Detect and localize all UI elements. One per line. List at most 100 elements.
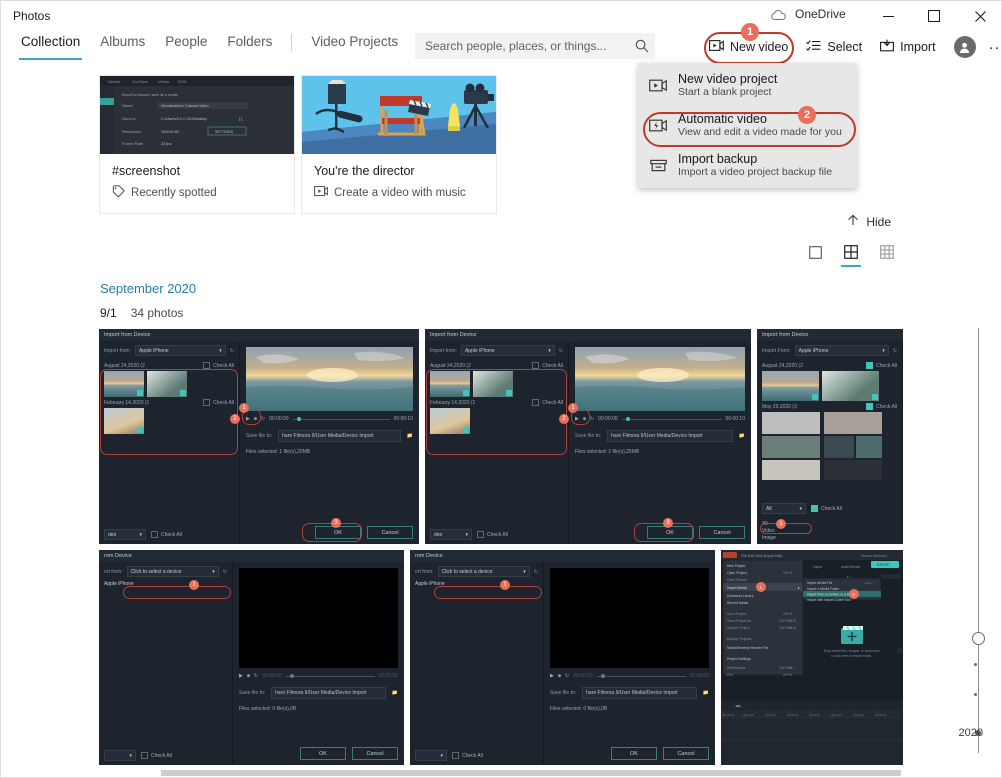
photo-thumbnail-1[interactable]: Import from Device Import from: Apple iP… xyxy=(99,329,419,544)
media-tile[interactable] xyxy=(762,371,819,401)
more-button[interactable]: ··· xyxy=(984,34,1001,60)
photo-thumbnail-3[interactable]: Import from Device Import From: Apple iP… xyxy=(757,329,903,544)
minimize-button[interactable] xyxy=(865,1,911,31)
check-all-1[interactable]: Check All xyxy=(866,362,897,369)
photo-thumbnail-4[interactable]: rom Device ort from: Click to select a d… xyxy=(99,550,404,765)
refresh-icon[interactable]: ↻ xyxy=(559,348,563,354)
refresh-icon[interactable]: ↻ xyxy=(230,348,234,354)
device-combo[interactable]: Apple iPhone ▾ xyxy=(794,345,889,356)
play-button[interactable]: ▶ xyxy=(239,673,243,679)
browse-folder-icon[interactable]: 📁 xyxy=(392,690,398,696)
refresh-icon[interactable]: ↻ xyxy=(223,569,227,575)
ok-button[interactable]: OK xyxy=(611,747,657,760)
maximize-button[interactable] xyxy=(911,1,957,31)
cancel-button[interactable]: Cancel xyxy=(367,526,413,539)
stop-button[interactable]: ■ xyxy=(558,673,561,679)
save-path-input[interactable]: hare Filmora 9/User Media/Device Import xyxy=(271,687,386,699)
tab-video-projects[interactable]: Video Projects xyxy=(301,31,408,57)
footer-check-all[interactable]: Check All xyxy=(811,505,842,512)
horizontal-scrollbar-thumb[interactable] xyxy=(161,770,901,776)
stop-button[interactable]: ■ xyxy=(247,673,250,679)
media-tile[interactable] xyxy=(104,371,144,397)
tab-folders[interactable]: Folders xyxy=(217,31,282,57)
device-combo[interactable]: Click to select a device ▾ xyxy=(126,566,219,577)
media-tile[interactable] xyxy=(104,408,144,434)
menu-item-automatic-video[interactable]: Automatic video View and edit a video ma… xyxy=(638,105,857,145)
refresh-icon[interactable]: ↻ xyxy=(893,348,897,354)
device-combo[interactable]: Click to select a device ▾ xyxy=(437,566,530,577)
filter-combo[interactable]: ▾ xyxy=(415,750,447,761)
check-all-1[interactable]: Check All xyxy=(203,362,234,369)
footer-check-all[interactable]: Check All xyxy=(151,531,182,538)
timeline-scroll-handle[interactable] xyxy=(972,632,985,645)
media-tile[interactable] xyxy=(147,371,187,397)
account-button[interactable] xyxy=(953,36,976,58)
device-combo[interactable]: Apple iPhone ▾ xyxy=(460,345,555,356)
loop-button[interactable]: ↻ xyxy=(261,416,265,422)
select-button[interactable]: Select xyxy=(798,34,870,60)
seek-track[interactable] xyxy=(596,674,686,678)
search-box[interactable] xyxy=(415,33,655,59)
hide-button[interactable]: Hide xyxy=(847,214,891,229)
filter-option-image[interactable]: Image xyxy=(762,535,776,541)
check-all-2[interactable]: Check All xyxy=(532,399,563,406)
media-tile[interactable] xyxy=(430,371,470,397)
cancel-button[interactable]: Cancel xyxy=(699,526,745,539)
year-timeline-scrollbar[interactable]: 2020 xyxy=(955,316,1001,766)
filter-combo[interactable]: ▾ xyxy=(104,750,136,761)
save-path-input[interactable]: hare Filmora 9/User Media/Device Import xyxy=(278,430,401,442)
tab-albums[interactable]: Albums xyxy=(90,31,155,57)
check-all-2[interactable]: Check All xyxy=(866,403,897,410)
new-video-button[interactable]: New video xyxy=(701,34,796,60)
ok-button[interactable]: OK xyxy=(300,747,346,760)
filter-combo[interactable]: deo ▾ xyxy=(430,529,472,540)
save-path-input[interactable]: hare Filmora 9/User Media/Device Import xyxy=(607,430,733,442)
search-input[interactable] xyxy=(415,39,629,53)
stop-button[interactable]: ■ xyxy=(254,416,257,422)
seek-track[interactable] xyxy=(285,674,375,678)
card-youre-the-director[interactable]: You're the director Create a video with … xyxy=(302,76,496,213)
media-tile[interactable] xyxy=(430,408,470,434)
filter-combo[interactable]: All ▾ xyxy=(762,503,806,514)
footer-check-all[interactable]: Check All xyxy=(141,752,172,759)
close-button[interactable] xyxy=(957,1,1001,31)
play-button[interactable]: ▶ xyxy=(575,416,579,422)
loop-button[interactable]: ↻ xyxy=(565,673,569,679)
section-title[interactable]: September 2020 xyxy=(100,281,196,296)
ok-button[interactable]: OK xyxy=(315,526,361,539)
refresh-icon[interactable]: ↻ xyxy=(534,569,538,575)
footer-check-all[interactable]: Check All xyxy=(477,531,508,538)
media-tile[interactable] xyxy=(822,371,879,401)
search-icon[interactable] xyxy=(629,39,655,53)
onedrive-status[interactable]: OneDrive xyxy=(771,7,846,21)
play-button[interactable]: ▶ xyxy=(550,673,554,679)
menu-item-new-video-project[interactable]: New video project Start a blank project xyxy=(638,65,857,105)
check-all-1[interactable]: Check All xyxy=(532,362,563,369)
cancel-button[interactable]: Cancel xyxy=(663,747,709,760)
medium-grid-view-button[interactable] xyxy=(841,242,861,267)
photo-thumbnail-5[interactable]: rom Device ort from: Click to select a d… xyxy=(410,550,715,765)
browse-folder-icon[interactable]: 📁 xyxy=(703,690,709,696)
browse-folder-icon[interactable]: 📁 xyxy=(739,433,745,439)
filter-option-all[interactable]: All xyxy=(762,521,776,527)
ok-button[interactable]: OK xyxy=(647,526,693,539)
save-path-input[interactable]: hare Filmora 9/User Media/Device Import xyxy=(582,687,697,699)
tab-collection[interactable]: Collection xyxy=(11,31,90,60)
photo-thumbnail-2[interactable]: Import from Device Import from: Apple iP… xyxy=(425,329,751,544)
device-option[interactable]: Apple iPhone xyxy=(410,581,543,587)
seek-track[interactable] xyxy=(292,417,390,421)
browse-folder-icon[interactable]: 📁 xyxy=(407,433,413,439)
tab-people[interactable]: People xyxy=(155,31,217,57)
small-grid-view-button[interactable] xyxy=(877,242,897,262)
check-all-2[interactable]: Check All xyxy=(203,399,234,406)
media-tile[interactable] xyxy=(473,371,513,397)
loop-button[interactable]: ↻ xyxy=(590,416,594,422)
card-screenshot[interactable]: Device YouTube Vimeo DVD Export to Macar… xyxy=(100,76,294,213)
loop-button[interactable]: ↻ xyxy=(254,673,258,679)
device-option[interactable]: Apple iPhone xyxy=(99,581,232,587)
horizontal-scrollbar[interactable] xyxy=(1,769,1001,777)
stop-button[interactable]: ■ xyxy=(583,416,586,422)
seek-track[interactable] xyxy=(621,417,722,421)
single-photo-view-button[interactable] xyxy=(805,242,825,262)
import-button[interactable]: Import xyxy=(872,34,943,60)
